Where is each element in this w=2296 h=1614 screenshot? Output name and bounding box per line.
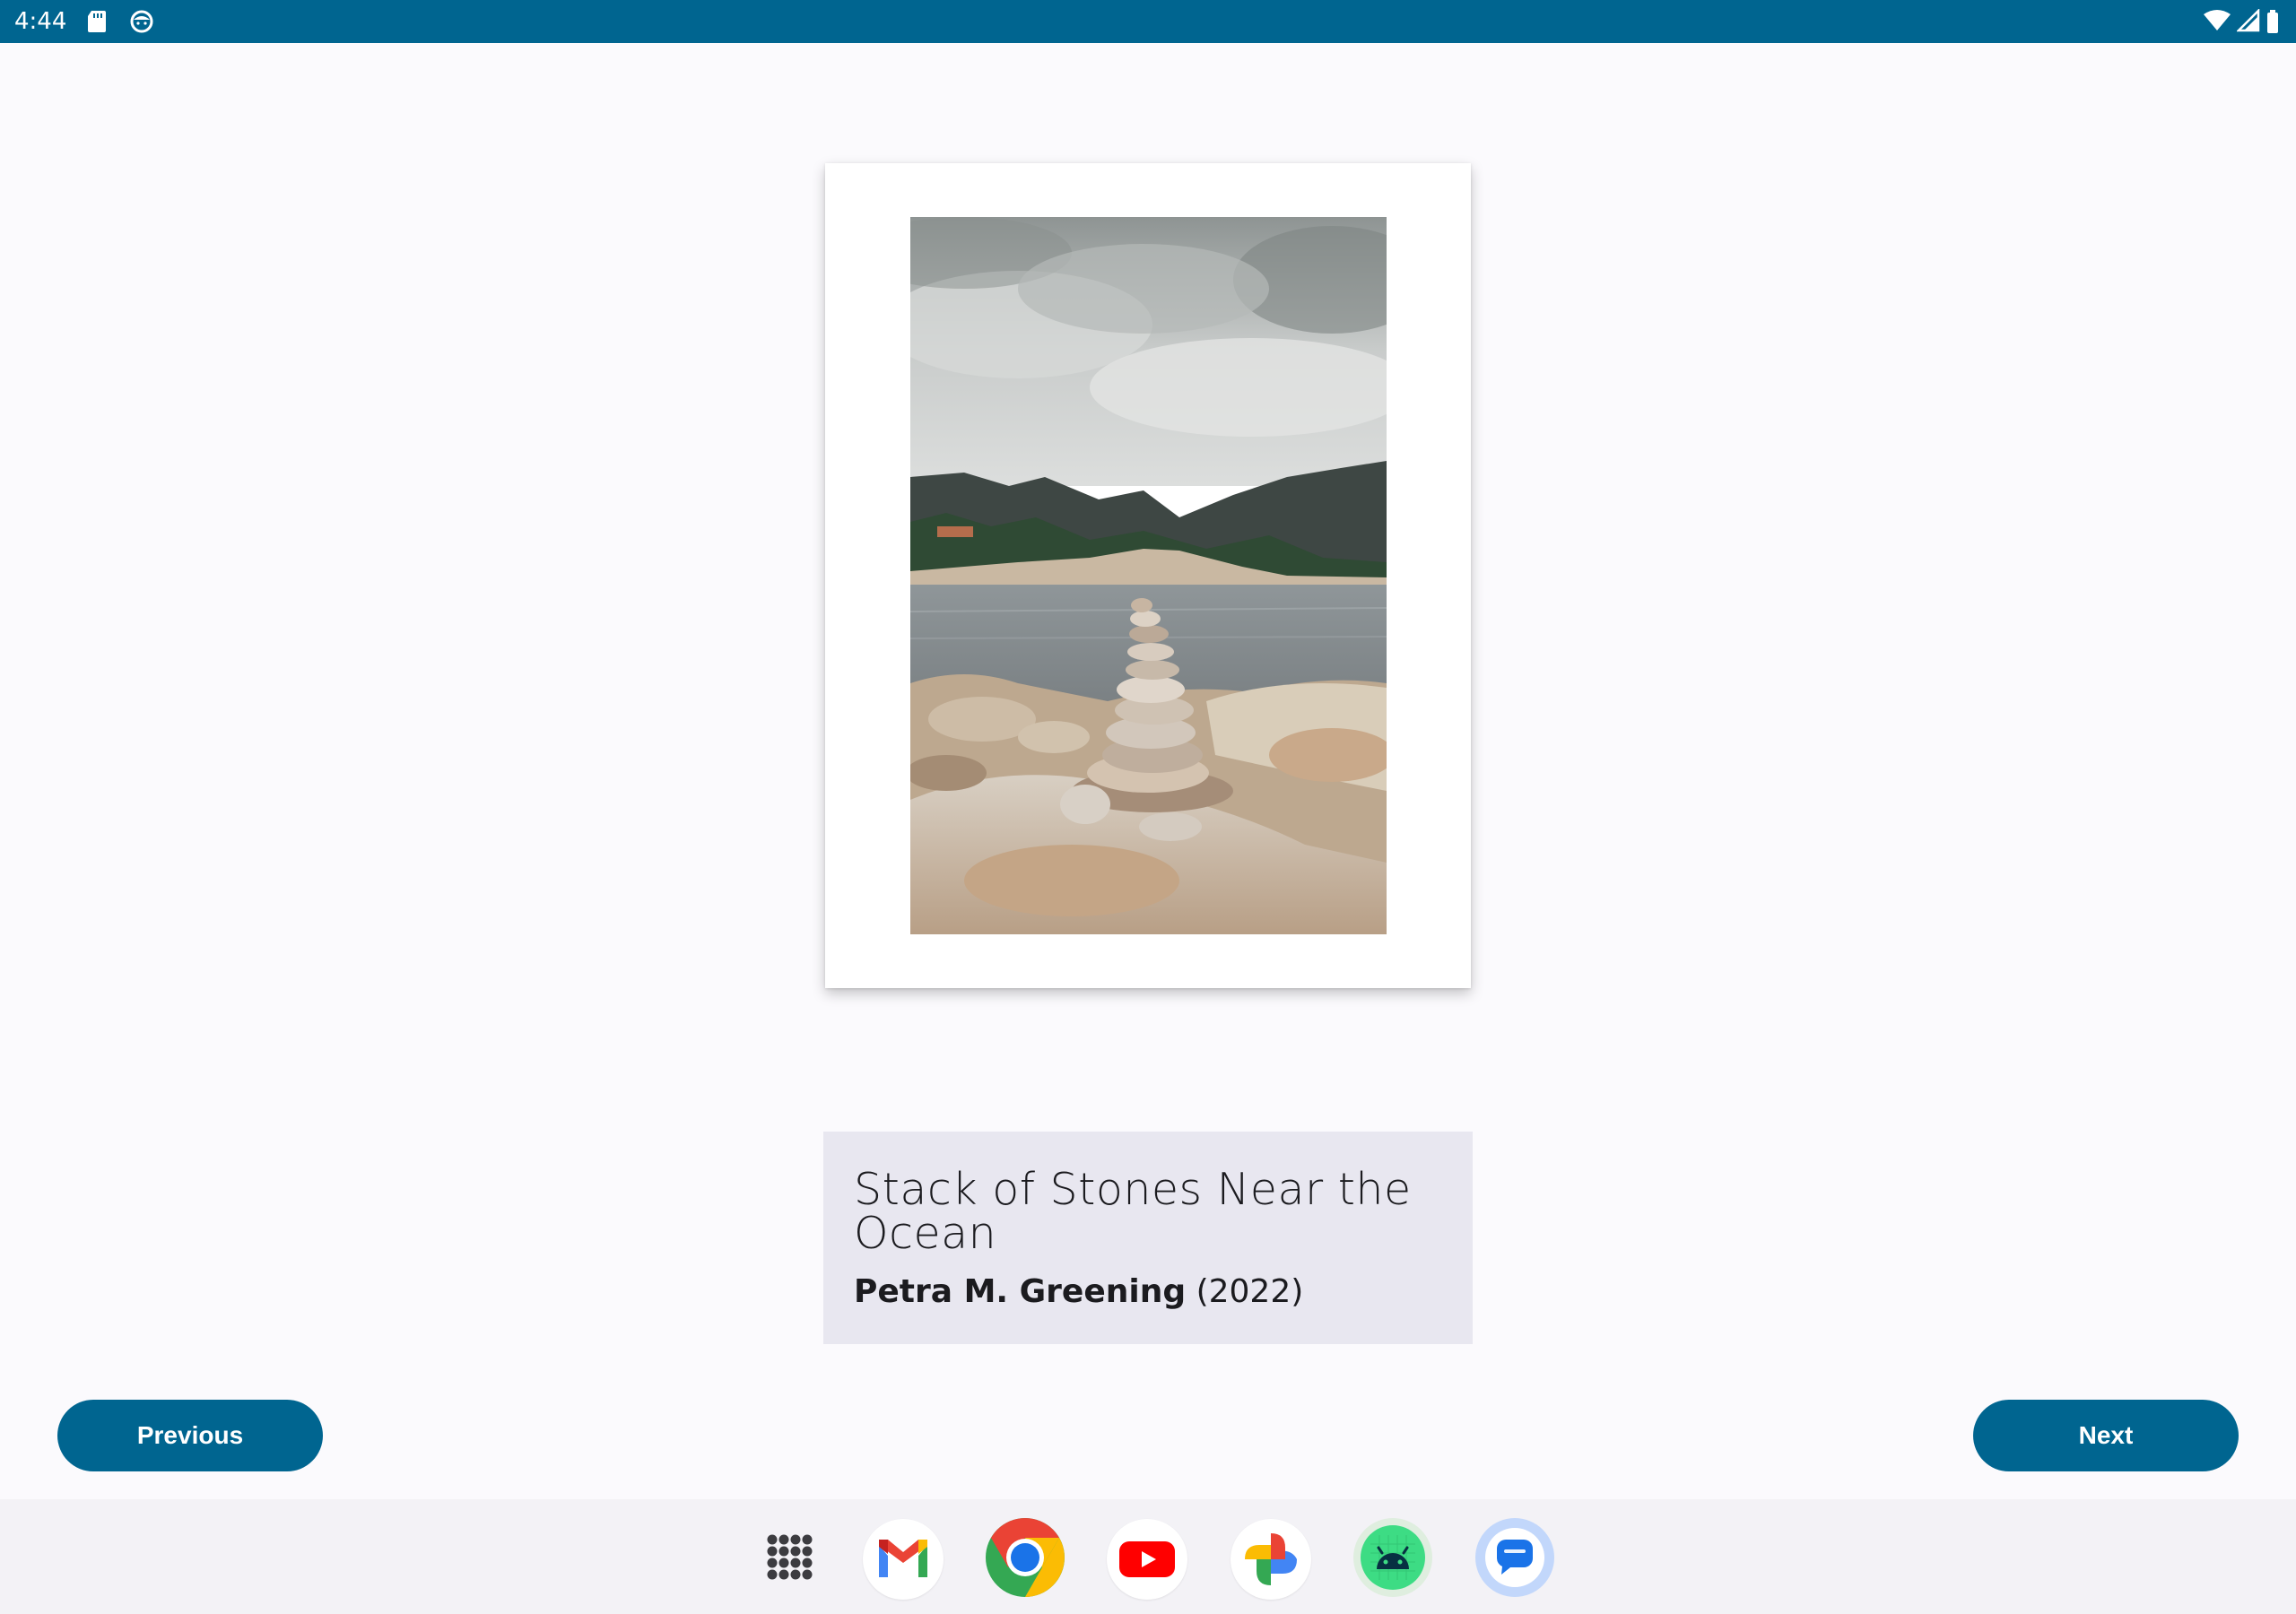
artwork-meta: Petra M. Greening (2022) <box>854 1273 1442 1310</box>
stacked-stones-photo <box>910 217 1387 934</box>
face-icon <box>129 9 153 34</box>
android-studio-icon <box>1352 1517 1433 1602</box>
messages-icon <box>1474 1517 1555 1602</box>
chrome-icon <box>985 1517 1065 1602</box>
youtube-app[interactable] <box>1107 1519 1187 1600</box>
android-studio-app[interactable] <box>1352 1517 1433 1602</box>
previous-button[interactable]: Previous <box>57 1400 323 1471</box>
gmail-icon <box>863 1519 944 1600</box>
signal-icon <box>2235 7 2260 34</box>
battery-icon <box>2266 9 2282 34</box>
status-bar: 4:44 <box>0 0 2296 43</box>
artwork-title: Stack of Stones Near the Ocean <box>854 1164 1412 1259</box>
chrome-app[interactable] <box>985 1517 1065 1602</box>
artwork-caption: Stack of Stones Near the Ocean Petra M. … <box>823 1132 1473 1344</box>
app-drawer-button[interactable] <box>750 1519 831 1600</box>
next-button[interactable]: Next <box>1973 1400 2239 1471</box>
status-time: 4:44 <box>14 8 67 35</box>
photos-icon <box>1231 1519 1311 1600</box>
gmail-app[interactable] <box>863 1519 944 1600</box>
sd-card-icon <box>86 9 109 34</box>
app-drawer-icon <box>763 1531 817 1589</box>
artwork-year: (2022) <box>1196 1273 1304 1310</box>
messages-app[interactable] <box>1474 1517 1555 1602</box>
youtube-icon <box>1107 1519 1187 1600</box>
photos-app[interactable] <box>1231 1519 1311 1600</box>
artwork-artist: Petra M. Greening <box>854 1273 1187 1310</box>
wifi-icon <box>2203 9 2231 34</box>
artwork-card <box>825 163 1471 988</box>
